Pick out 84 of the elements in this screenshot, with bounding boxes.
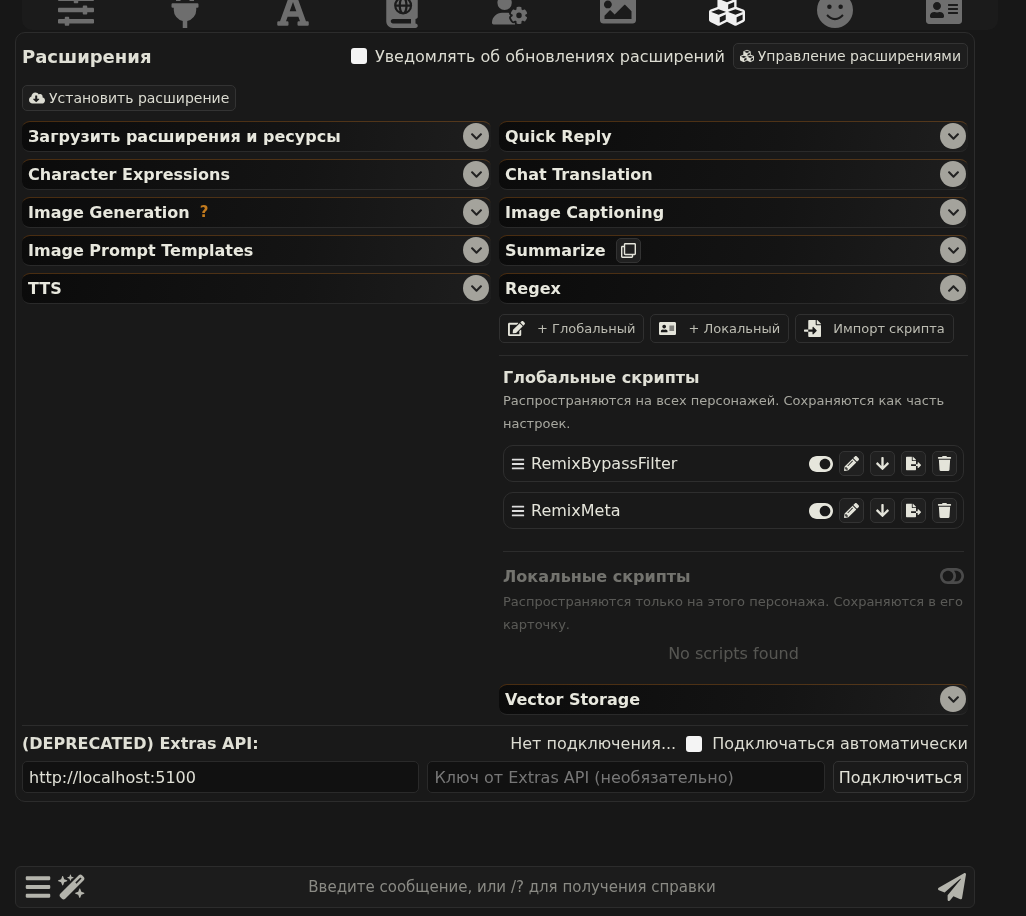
drawer-title: Summarize bbox=[505, 240, 606, 260]
drag-handle-icon bbox=[511, 456, 525, 471]
checkbox-label: Подключаться автоматически bbox=[712, 734, 968, 753]
chat-input-bar[interactable]: Введите сообщение, или /? для получения справки bbox=[15, 866, 975, 908]
file-import-icon bbox=[804, 320, 822, 337]
drawer-header[interactable]: Quick Reply bbox=[499, 121, 968, 152]
drag-handle-icon bbox=[511, 503, 525, 518]
cubes-icon bbox=[739, 49, 754, 63]
chevron-icon[interactable] bbox=[463, 199, 489, 225]
drawer-title: Character Expressions bbox=[28, 164, 230, 184]
empty-message: No scripts found bbox=[667, 644, 800, 663]
drawer-title: Chat Translation bbox=[505, 164, 653, 184]
drawer-title: Загрузить расширения и ресурсы bbox=[28, 126, 341, 146]
drawer-header[interactable]: Image Generation ? bbox=[22, 197, 491, 228]
drawer-header[interactable]: Image Prompt Templates bbox=[22, 235, 491, 266]
manage-extensions-button[interactable]: Управление расширениями bbox=[732, 43, 968, 69]
chevron-icon[interactable] bbox=[940, 237, 966, 263]
chevron-icon[interactable] bbox=[463, 275, 489, 301]
url-field[interactable]: http://localhost:5100 bbox=[22, 761, 420, 793]
script-row[interactable]: RemixMeta bbox=[503, 492, 964, 529]
copy-icon[interactable] bbox=[615, 237, 641, 263]
checkbox[interactable] bbox=[686, 735, 703, 752]
connect-button[interactable]: Подключиться bbox=[832, 761, 968, 793]
cubes-icon[interactable] bbox=[708, 0, 745, 28]
drawer-header[interactable]: Загрузить расширения и ресурсы bbox=[22, 121, 491, 152]
drawer-header[interactable]: Vector Storage bbox=[499, 684, 968, 715]
chevron-icon[interactable] bbox=[463, 161, 489, 187]
message-field[interactable]: Введите сообщение, или /? для получения справки bbox=[92, 877, 932, 897]
chevron-icon[interactable] bbox=[940, 161, 966, 187]
drawer-title: Regex bbox=[505, 278, 561, 298]
trash-icon[interactable] bbox=[932, 498, 957, 523]
checkbox[interactable] bbox=[350, 48, 367, 64]
book-icon[interactable] bbox=[383, 0, 420, 28]
section-title: Локальные скрипты bbox=[503, 566, 692, 586]
cloud-download-icon bbox=[29, 90, 45, 106]
section-title: Глобальные скрипты bbox=[503, 368, 701, 387]
drawer-header[interactable]: Chat Translation bbox=[499, 159, 968, 190]
drawer-title: Quick Reply bbox=[505, 126, 612, 146]
install-extension-button[interactable]: Установить расширение bbox=[22, 85, 237, 111]
trash-icon[interactable] bbox=[932, 451, 957, 476]
drawer-title: TTS bbox=[28, 278, 62, 298]
chevron-icon[interactable] bbox=[940, 199, 966, 225]
panel-title: Расширения bbox=[22, 45, 153, 67]
drawer-header[interactable]: Image Captioning bbox=[499, 197, 968, 228]
arrow-down-icon[interactable] bbox=[870, 451, 895, 476]
drawer-header[interactable]: Character Expressions bbox=[22, 159, 491, 190]
menu-icon[interactable] bbox=[24, 873, 52, 901]
id-card-icon bbox=[659, 320, 677, 337]
help-mark[interactable]: ? bbox=[199, 203, 209, 221]
pencil-icon[interactable] bbox=[839, 451, 864, 476]
file-export-icon[interactable] bbox=[901, 498, 926, 523]
script-row[interactable]: RemixBypassFilter bbox=[503, 445, 964, 482]
send-icon[interactable] bbox=[938, 873, 966, 901]
drawer-title: Image Prompt Templates bbox=[28, 240, 254, 260]
chevron-icon[interactable] bbox=[463, 123, 489, 149]
drawer-header[interactable]: Summarize bbox=[499, 235, 968, 266]
drawer-title: Image Generation bbox=[28, 202, 190, 222]
chevron-icon[interactable] bbox=[940, 686, 966, 712]
connection-status: Нет подключения... bbox=[510, 734, 677, 753]
drawer-title: Vector Storage bbox=[505, 689, 641, 709]
chevron-icon[interactable] bbox=[940, 123, 966, 149]
checkbox-label: Уведомлять об обновлениях расширений bbox=[374, 46, 725, 66]
arrow-down-icon[interactable] bbox=[870, 498, 895, 523]
api-key-field[interactable]: Ключ от Extras API (необязательно) bbox=[427, 761, 825, 793]
chevron-icon[interactable] bbox=[463, 237, 489, 263]
font-icon[interactable] bbox=[275, 0, 312, 28]
section-description: Распространяются на всех персонажей. Сохраняются как часть настроек. bbox=[503, 392, 946, 433]
pencil-icon[interactable] bbox=[839, 498, 864, 523]
magic-wand-icon[interactable] bbox=[58, 873, 86, 901]
file-export-icon[interactable] bbox=[901, 451, 926, 476]
drawer-title: Image Captioning bbox=[505, 202, 665, 222]
extras-title: (DEPRECATED) Extras API: bbox=[22, 734, 260, 753]
section-description: Распространяются только на этого персонажа. Сохраняются в его карточку. bbox=[503, 593, 964, 634]
chevron-icon[interactable] bbox=[940, 275, 966, 301]
regex-button[interactable]: Импорт скрипта bbox=[795, 314, 954, 343]
sliders-icon[interactable] bbox=[58, 0, 95, 28]
smile-icon[interactable] bbox=[817, 0, 854, 28]
script-name: RemixMeta bbox=[531, 501, 622, 520]
regex-button[interactable]: + Локальный bbox=[650, 314, 790, 343]
regex-button[interactable]: + Глобальный bbox=[499, 314, 645, 343]
edit-icon bbox=[508, 320, 525, 337]
script-name: RemixBypassFilter bbox=[531, 454, 679, 473]
drawer-header[interactable]: TTS bbox=[22, 273, 491, 304]
drawer-header[interactable]: Regex bbox=[499, 273, 968, 304]
